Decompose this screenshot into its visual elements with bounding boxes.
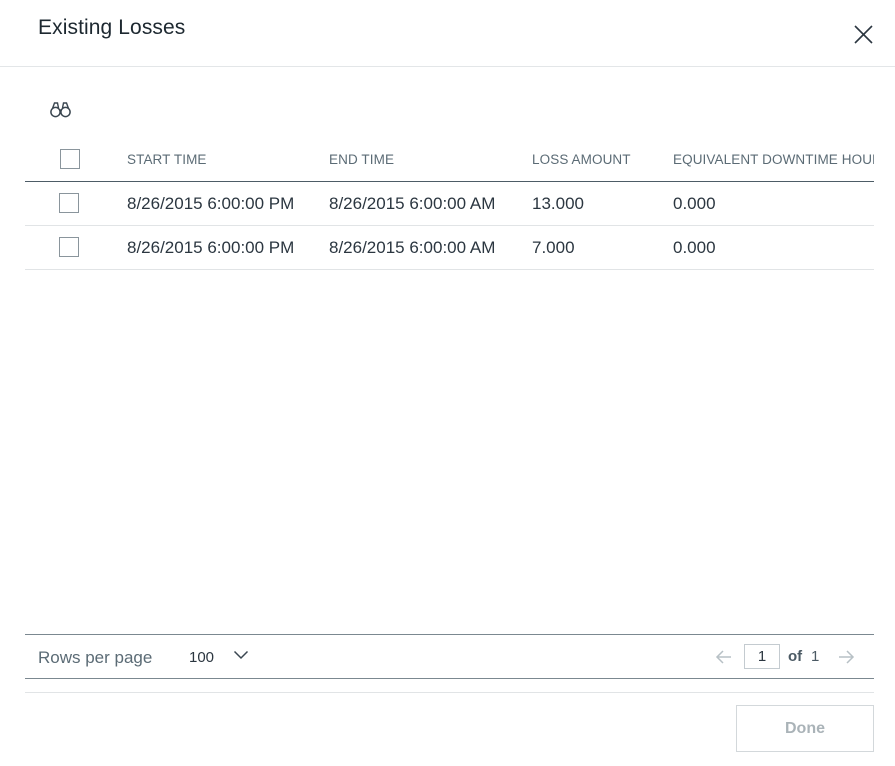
rows-per-page-select[interactable]: 100 [189, 645, 255, 669]
losses-grid: START TIME END TIME LOSS AMOUNT EQUIVALE… [25, 138, 874, 270]
table-row[interactable]: 8/26/2015 6:00:00 PM 8/26/2015 6:00:00 A… [25, 226, 874, 270]
end-time-cell: 8/26/2015 6:00:00 AM [329, 238, 496, 257]
rows-per-page-value: 100 [189, 649, 215, 666]
existing-losses-dialog: Existing Losses START TIME END TIME LOSS… [0, 0, 895, 766]
loss-amount-cell: 13.000 [532, 194, 584, 213]
search-button[interactable] [49, 99, 73, 121]
row-checkbox[interactable] [59, 237, 79, 257]
footer-divider [25, 692, 874, 693]
of-label: of [788, 648, 803, 665]
loss-amount-cell: 7.000 [532, 238, 575, 257]
done-button[interactable]: Done [736, 705, 874, 752]
close-icon [854, 25, 873, 44]
dialog-title: Existing Losses [38, 16, 186, 39]
column-header-loss-amount[interactable]: LOSS AMOUNT [532, 152, 631, 167]
dialog-header: Existing Losses [0, 0, 895, 67]
pagination-bar: Rows per page 100 of 1 [25, 634, 874, 679]
page-number-input[interactable] [744, 644, 780, 669]
row-checkbox[interactable] [59, 193, 79, 213]
start-time-cell: 8/26/2015 6:00:00 PM [127, 194, 295, 213]
grid-header-row: START TIME END TIME LOSS AMOUNT EQUIVALE… [25, 138, 874, 182]
binoculars-icon [50, 102, 71, 118]
arrow-left-icon [715, 650, 731, 664]
next-page-button[interactable] [837, 649, 855, 665]
column-header-start-time[interactable]: START TIME [127, 152, 207, 167]
end-time-cell: 8/26/2015 6:00:00 AM [329, 194, 496, 213]
previous-page-button[interactable] [715, 649, 733, 665]
start-time-cell: 8/26/2015 6:00:00 PM [127, 238, 295, 257]
arrow-right-icon [839, 650, 855, 664]
chevron-down-icon [233, 650, 249, 660]
downtime-hours-cell: 0.000 [673, 238, 716, 257]
downtime-hours-cell: 0.000 [673, 194, 716, 213]
rows-per-page-label: Rows per page [38, 648, 153, 667]
total-pages: 1 [811, 648, 820, 665]
select-all-checkbox[interactable] [60, 149, 80, 169]
close-button[interactable] [851, 21, 877, 47]
table-row[interactable]: 8/26/2015 6:00:00 PM 8/26/2015 6:00:00 A… [25, 182, 874, 226]
column-header-end-time[interactable]: END TIME [329, 152, 394, 167]
column-header-equivalent-downtime-hours[interactable]: EQUIVALENT DOWNTIME HOURS [673, 152, 874, 167]
